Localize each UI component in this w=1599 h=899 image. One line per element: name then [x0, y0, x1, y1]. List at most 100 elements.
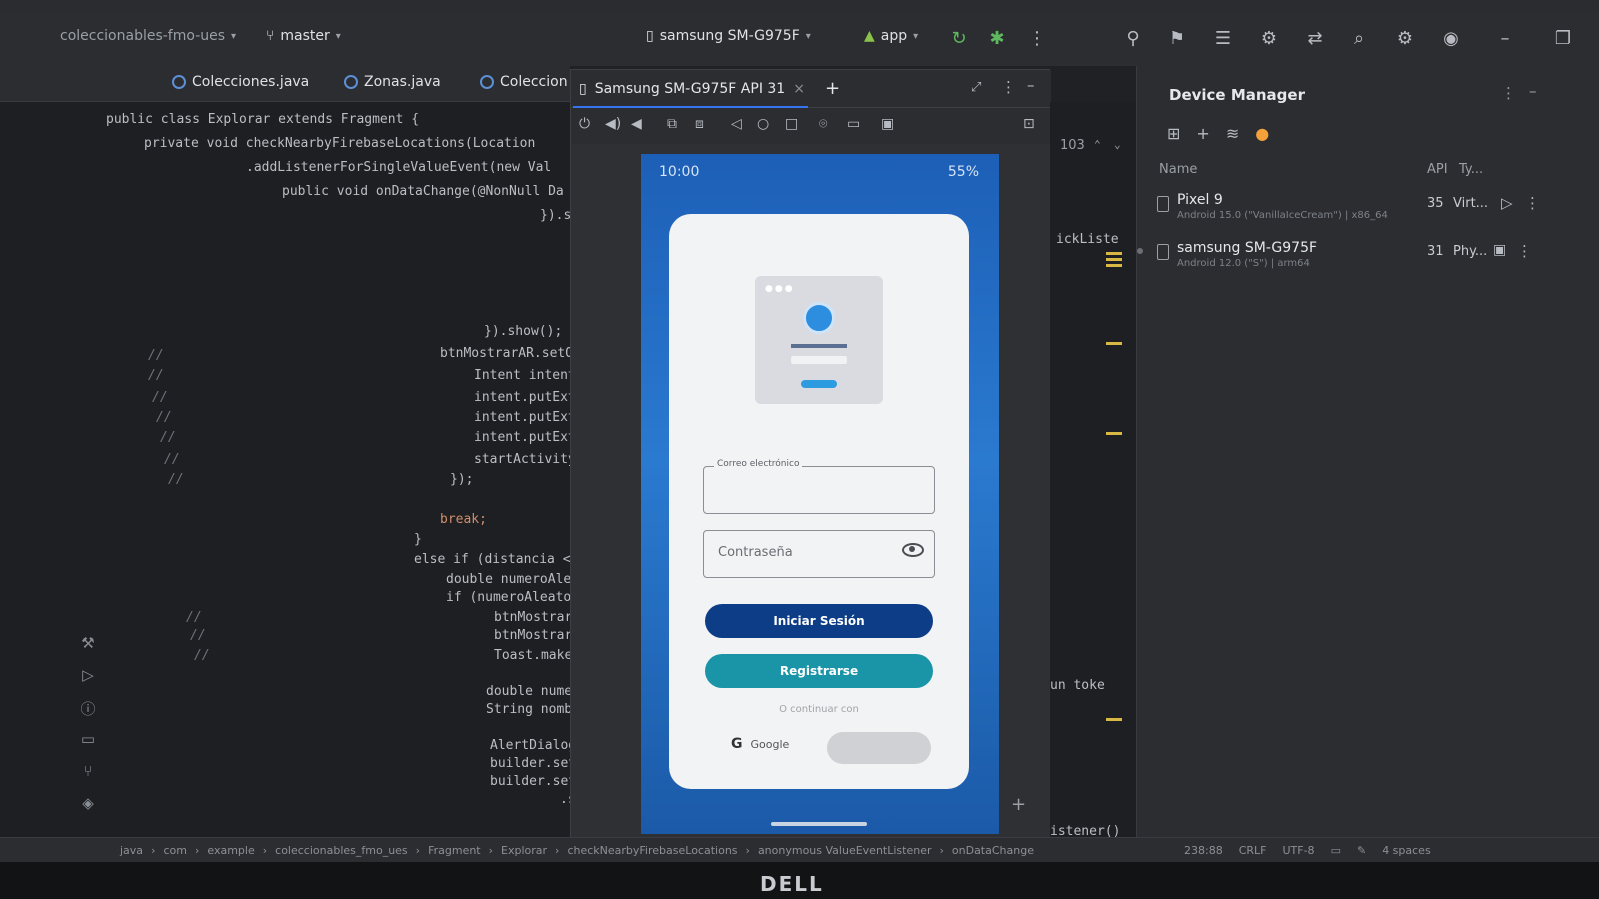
power-icon[interactable]: ⏻ [579, 116, 590, 132]
volume-down-icon[interactable]: ◀ [631, 116, 642, 132]
device-row[interactable]: Pixel 9 Android 15.0 ("VanillaIceCream")… [1137, 188, 1599, 230]
file-encoding[interactable]: UTF-8 [1282, 844, 1314, 857]
warning-marker[interactable] [1106, 342, 1122, 345]
breadcrumb-item[interactable]: Fragment [428, 844, 481, 857]
phone-screen[interactable]: 10:00 55% ●●● Correo electrónico Contras… [641, 154, 999, 834]
status-bar: java › com › example › coleccionables_fmo_u… [0, 837, 1599, 862]
device-row[interactable]: samsung SM-G975F Android 12.0 ("S") | ar… [1137, 236, 1599, 278]
minimize-icon[interactable]: – [1529, 82, 1537, 100]
breadcrumb-item[interactable]: Explorar [501, 844, 547, 857]
column-type[interactable]: Ty... [1459, 162, 1483, 177]
problems-icon[interactable]: ⓘ [70, 698, 106, 730]
secondary-signin-button[interactable] [827, 732, 931, 764]
mirror-icon[interactable]: ▣ [1493, 242, 1506, 258]
tab-colecciones[interactable]: Colecciones.java [172, 74, 309, 90]
warning-marker[interactable] [1106, 432, 1122, 435]
more-icon[interactable]: ⋮ [1525, 194, 1540, 212]
eye-icon[interactable] [902, 543, 924, 557]
rerun-icon[interactable]: ↻ [946, 26, 972, 52]
email-field[interactable]: Correo electrónico [703, 459, 935, 514]
login-button[interactable]: Iniciar Sesión [705, 604, 933, 638]
chevron-up-icon[interactable]: ⌃ [1094, 138, 1101, 151]
shield-icon[interactable]: ◈ [70, 794, 106, 826]
close-icon[interactable]: × [793, 81, 805, 97]
more-icon[interactable]: ⋮ [1517, 242, 1532, 260]
firebase-icon[interactable]: ● [1255, 124, 1269, 143]
chevron-down-icon[interactable]: ⌄ [1114, 138, 1121, 151]
device-selector[interactable]: ▯ samsung SM-G975F ▾ [646, 28, 811, 44]
overview-icon[interactable]: □ [785, 116, 798, 132]
play-icon[interactable]: ▷ [1501, 194, 1513, 212]
debug-icon[interactable]: ✱ [984, 26, 1010, 52]
code-line: btnMostrarAR. [494, 610, 570, 625]
breadcrumb-item[interactable]: checkNearbyFirebaseLocations [567, 844, 737, 857]
screenshot-icon[interactable]: ⌾ [819, 116, 827, 132]
zoom-in-icon[interactable]: + [1011, 794, 1026, 815]
column-api[interactable]: API [1427, 162, 1448, 177]
tab-zonas[interactable]: Zonas.java [344, 74, 441, 90]
breadcrumb-item[interactable]: example [207, 844, 254, 857]
minimize-icon[interactable]: – [1492, 26, 1518, 52]
chevron-down-icon: ▾ [805, 30, 811, 42]
restore-icon[interactable]: ❐ [1550, 26, 1576, 52]
home-icon[interactable]: ○ [757, 116, 769, 132]
structure-icon[interactable]: ☰ [1210, 26, 1236, 52]
mirror-icon[interactable]: ▣ [881, 116, 894, 132]
code-line: intent.putExt [474, 430, 570, 445]
breadcrumb-item[interactable]: anonymous ValueEventListener [758, 844, 932, 857]
warning-marker[interactable] [1106, 258, 1122, 261]
translate-icon[interactable]: ⚑ [1164, 26, 1190, 52]
emulator-controls: ⏻ ◀) ◀ ⧉ ⧈ ◁ ○ □ ⌾ ▭ ▣ ⊡ [571, 108, 1051, 144]
column-name[interactable]: Name [1159, 162, 1197, 177]
add-tab-icon[interactable]: + [825, 78, 840, 99]
assistant-icon[interactable]: ⚲ [1120, 26, 1146, 52]
password-field[interactable]: Contraseña [703, 530, 935, 578]
register-button[interactable]: Registrarse [705, 654, 933, 688]
rotate-left-icon[interactable]: ⧉ [667, 116, 677, 132]
minimize-icon[interactable]: – [1027, 76, 1035, 94]
or-continue-text: O continuar con [779, 704, 859, 715]
breadcrumb-item[interactable]: coleccionables_fmo_ues [275, 844, 408, 857]
breadcrumb-item[interactable]: java [120, 844, 143, 857]
git-icon[interactable]: ⑂ [70, 762, 106, 794]
back-icon[interactable]: ◁ [731, 116, 742, 132]
breadcrumb-item[interactable]: com [163, 844, 187, 857]
account-icon[interactable]: ◉ [1438, 26, 1464, 52]
breadcrumb-item[interactable]: onDataChange [952, 844, 1034, 857]
terminal-icon[interactable]: ▭ [70, 730, 106, 762]
expand-icon[interactable]: ⤢ [971, 80, 981, 95]
line-separator[interactable]: CRLF [1239, 844, 1267, 857]
cursor-position[interactable]: 238:88 [1184, 844, 1223, 857]
rotate-right-icon[interactable]: ⧈ [695, 116, 704, 132]
grid-icon[interactable]: ⊞ [1167, 124, 1180, 143]
google-signin-button[interactable]: G Google [731, 736, 789, 752]
wifi-icon[interactable]: ≋ [1226, 124, 1239, 143]
project-selector[interactable]: coleccionables-fmo-ues ▾ [60, 28, 236, 44]
more-icon[interactable]: ⋮ [1001, 78, 1016, 96]
build-icon[interactable]: ⚒ [70, 634, 106, 666]
breadcrumb-separator: › [415, 844, 421, 857]
tab-coleccion[interactable]: Coleccion [480, 74, 568, 90]
run-icon[interactable]: ▷ [70, 666, 106, 698]
warning-marker[interactable] [1106, 718, 1122, 721]
record-icon[interactable]: ▭ [847, 116, 860, 132]
device-tab-label: Samsung SM-G975F API 31 [594, 80, 786, 97]
search-icon[interactable]: ⌕ [1346, 26, 1372, 52]
settings-icon[interactable]: ⚙ [1392, 26, 1418, 52]
breadcrumb: java › com › example › coleccionables_fmo_u… [120, 844, 1034, 857]
readonly-icon[interactable]: ▭ [1331, 844, 1341, 857]
warning-marker[interactable] [1106, 264, 1122, 267]
volume-up-icon[interactable]: ◀) [605, 116, 621, 132]
warning-marker[interactable] [1106, 252, 1122, 255]
sync-icon[interactable]: ⇄ [1302, 26, 1328, 52]
inspector-icon[interactable]: ✎ [1357, 844, 1366, 857]
zoom-fit-icon[interactable]: ⊡ [1023, 116, 1035, 132]
indent-setting[interactable]: 4 spaces [1382, 844, 1431, 857]
more-icon[interactable]: ⋮ [1024, 26, 1050, 52]
plugin-icon[interactable]: ⚙ [1256, 26, 1282, 52]
run-config-selector[interactable]: ▲ app ▾ [864, 28, 918, 44]
tab-samsung-device[interactable]: ▯ Samsung SM-G975F API 31 × + [579, 78, 840, 99]
more-icon[interactable]: ⋮ [1501, 84, 1516, 102]
branch-selector[interactable]: ⑂ master ▾ [266, 28, 341, 44]
add-icon[interactable]: + [1196, 124, 1209, 143]
